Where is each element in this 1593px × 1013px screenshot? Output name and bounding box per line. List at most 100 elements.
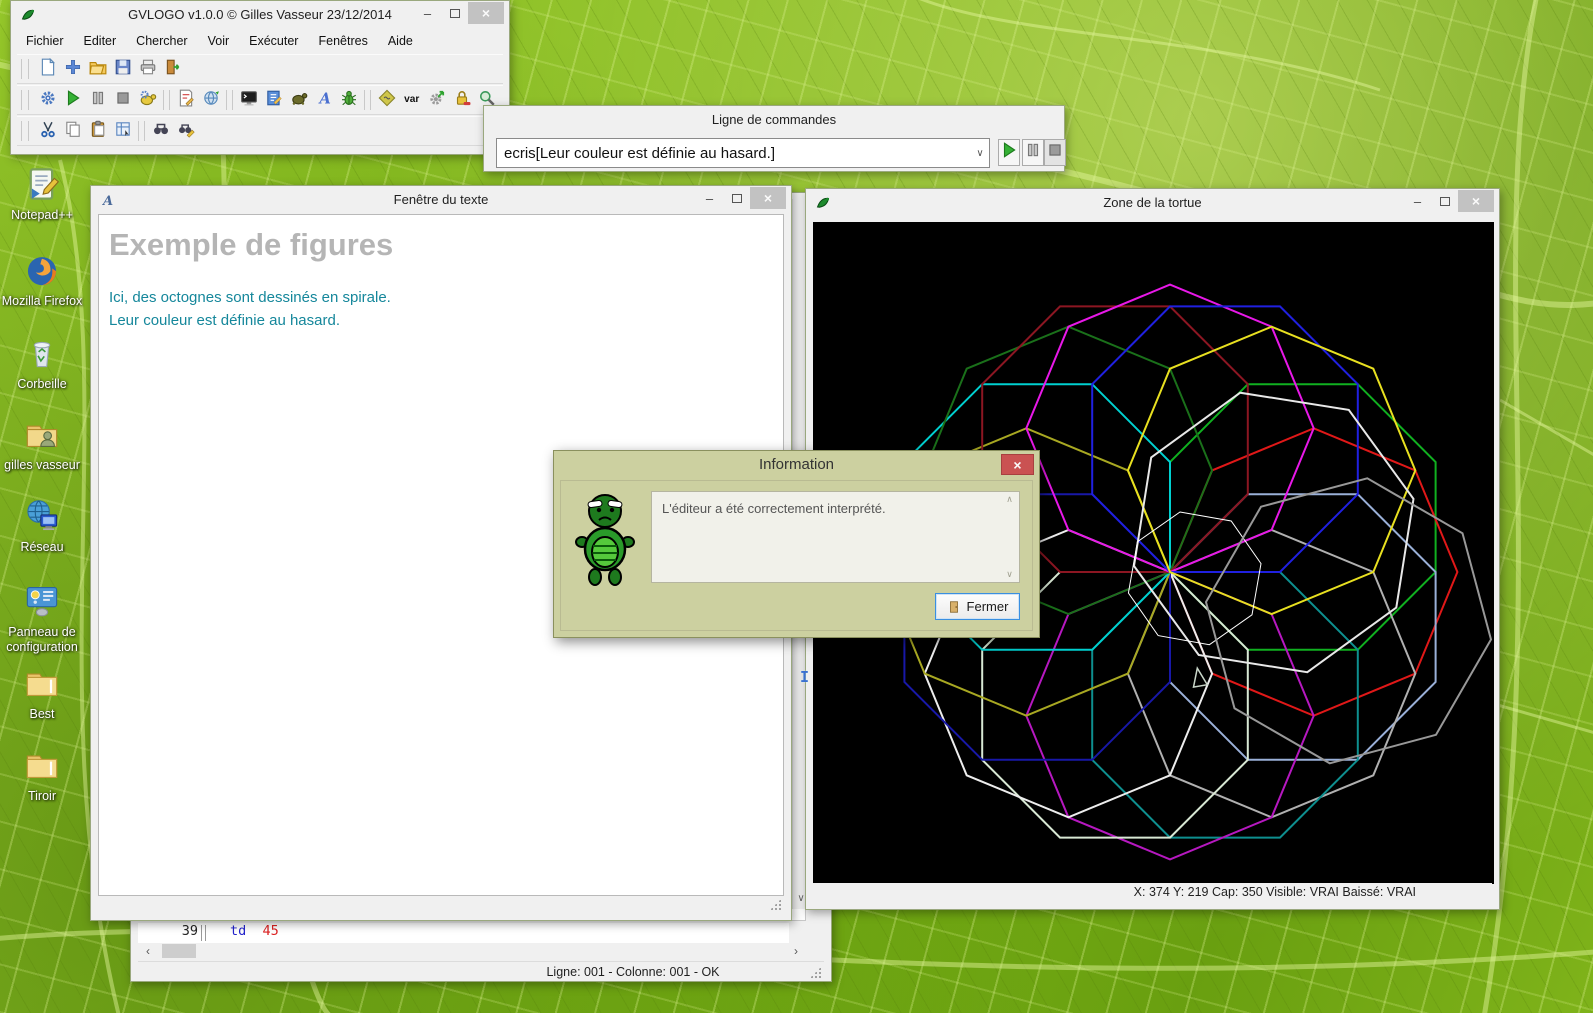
exit-icon [164, 58, 182, 81]
desktop-icon-panneau-de-configuration[interactable]: Panneau de configuration [0, 583, 84, 655]
command-input-value[interactable]: ecris[Leur couleur est définie au hasard… [497, 145, 971, 162]
folder-icon [24, 665, 60, 701]
open-folder-button[interactable] [87, 58, 109, 80]
open-folder-icon [89, 58, 107, 81]
settings-gear-icon [39, 89, 57, 112]
run-play-icon [1000, 141, 1018, 164]
run-play-button[interactable] [62, 89, 84, 111]
resize-grip-icon[interactable] [810, 967, 821, 978]
notepad-plus-plus-icon [24, 166, 60, 202]
variables-var-icon: var [403, 89, 421, 112]
desktop-icon-gilles-vasseur[interactable]: gilles vasseur [0, 416, 84, 473]
procedure-diamond-button[interactable] [376, 89, 398, 111]
menu-fentres[interactable]: Fenêtres [309, 32, 376, 50]
web-refresh-button[interactable] [200, 89, 222, 111]
copy-button[interactable] [62, 120, 84, 142]
select-all-button[interactable] [112, 120, 134, 142]
lock-button[interactable] [451, 89, 473, 111]
turtle-cursor-icon [1194, 668, 1208, 687]
information-dialog-titlebar[interactable]: Information × [554, 451, 1039, 477]
toolbar-grip[interactable] [21, 121, 29, 141]
cut-icon [39, 120, 57, 143]
maximize-button[interactable] [1431, 190, 1458, 212]
maximize-button[interactable] [723, 187, 750, 209]
new-file-button[interactable] [37, 58, 59, 80]
turtle-button[interactable] [288, 89, 310, 111]
stop-button[interactable] [1044, 139, 1066, 166]
exit-button[interactable] [162, 58, 184, 80]
save-button[interactable] [112, 58, 134, 80]
desktop-icon-tiroir[interactable]: Tiroir [0, 747, 84, 804]
maximize-button[interactable] [441, 2, 468, 24]
folder-icon [24, 747, 60, 783]
desktop-icon-mozilla-firefox[interactable]: Mozilla Firefox [0, 252, 84, 309]
console-button[interactable] [238, 89, 260, 111]
command-input-combobox[interactable]: ecris[Leur couleur est définie au hasard… [496, 138, 990, 168]
resize-grip-icon[interactable] [770, 899, 781, 910]
turtle-window-titlebar[interactable]: Zone de la tortue – × [806, 189, 1499, 216]
close-button[interactable]: × [1458, 190, 1494, 212]
minimize-button[interactable]: – [1404, 190, 1431, 212]
menu-aide[interactable]: Aide [379, 32, 422, 50]
toolbar-grip[interactable] [21, 59, 29, 79]
menu-chercher[interactable]: Chercher [127, 32, 196, 50]
scroll-right-icon[interactable]: › [788, 944, 804, 958]
close-button[interactable]: × [468, 2, 504, 24]
editor-horizontal-scrollbar[interactable]: ‹ › [138, 943, 806, 959]
minimize-button[interactable]: – [414, 2, 441, 24]
find-binoculars-icon [152, 120, 170, 143]
message-scrollbar[interactable]: ∧ ∨ [1002, 494, 1017, 580]
toolbar-file [17, 54, 503, 84]
pause-button[interactable] [1022, 139, 1044, 166]
text-window-titlebar[interactable]: A Fenêtre du texte – × [91, 186, 791, 213]
desktop-icon-r-seau[interactable]: Réseau [0, 498, 84, 555]
fermer-button[interactable]: Fermer [935, 593, 1020, 620]
editor-code-line[interactable]: 39 td 45 [138, 923, 789, 943]
combo-dropdown-icon[interactable]: ∨ [971, 148, 989, 159]
scrollbar-thumb[interactable] [162, 944, 196, 958]
close-button[interactable]: × [750, 187, 786, 209]
new-file-icon [39, 58, 57, 81]
close-button[interactable]: × [1001, 454, 1034, 475]
gear-export-button[interactable] [426, 89, 448, 111]
pause-button[interactable] [87, 89, 109, 111]
door-icon [947, 600, 961, 614]
find-replace-button[interactable] [175, 120, 197, 142]
settings-gear-button[interactable] [37, 89, 59, 111]
turtle-settings-button[interactable] [137, 89, 159, 111]
main-window-titlebar[interactable]: GVLOGO v1.0.0 © Gilles Vasseur 23/12/201… [11, 1, 509, 28]
scroll-up-icon[interactable]: ∧ [1006, 494, 1013, 505]
desktop-icon-notepad-[interactable]: Notepad++ [0, 166, 84, 223]
view-source-button[interactable] [175, 89, 197, 111]
desktop-icon-corbeille[interactable]: Corbeille [0, 335, 84, 392]
information-dialog-body: L'éditeur a été correctement interprété.… [560, 480, 1033, 631]
minimize-button[interactable]: – [696, 187, 723, 209]
maximize-icon [732, 194, 742, 203]
ibeam-cursor-icon: I [800, 668, 809, 686]
cut-button[interactable] [37, 120, 59, 142]
menu-fichier[interactable]: Fichier [17, 32, 73, 50]
edit-text-button[interactable] [263, 89, 285, 111]
menu-editer[interactable]: Editer [75, 32, 126, 50]
find-binoculars-button[interactable] [150, 120, 172, 142]
scroll-left-icon[interactable]: ‹ [140, 944, 156, 958]
variables-var-button[interactable]: var [401, 89, 423, 111]
add-button[interactable] [62, 58, 84, 80]
menu-voir[interactable]: Voir [199, 32, 239, 50]
command-window-titlebar[interactable]: Ligne de commandes [484, 106, 1064, 132]
menu-excuter[interactable]: Exécuter [240, 32, 307, 50]
stop-button[interactable] [112, 89, 134, 111]
run-button[interactable] [998, 139, 1020, 166]
desktop-icon-label: Réseau [0, 540, 84, 555]
copy-icon [64, 120, 82, 143]
toolbar-grip[interactable] [21, 90, 29, 110]
debug-bug-button[interactable] [338, 89, 360, 111]
toolbar-edit [17, 116, 503, 146]
paste-button[interactable] [87, 120, 109, 142]
desktop-icon-best[interactable]: Best [0, 665, 84, 722]
print-button[interactable] [137, 58, 159, 80]
toolbar-separator [226, 90, 233, 110]
stop-icon [114, 89, 132, 112]
scroll-down-icon[interactable]: ∨ [1006, 569, 1013, 580]
font-italic-a-button[interactable]: A [313, 89, 335, 111]
